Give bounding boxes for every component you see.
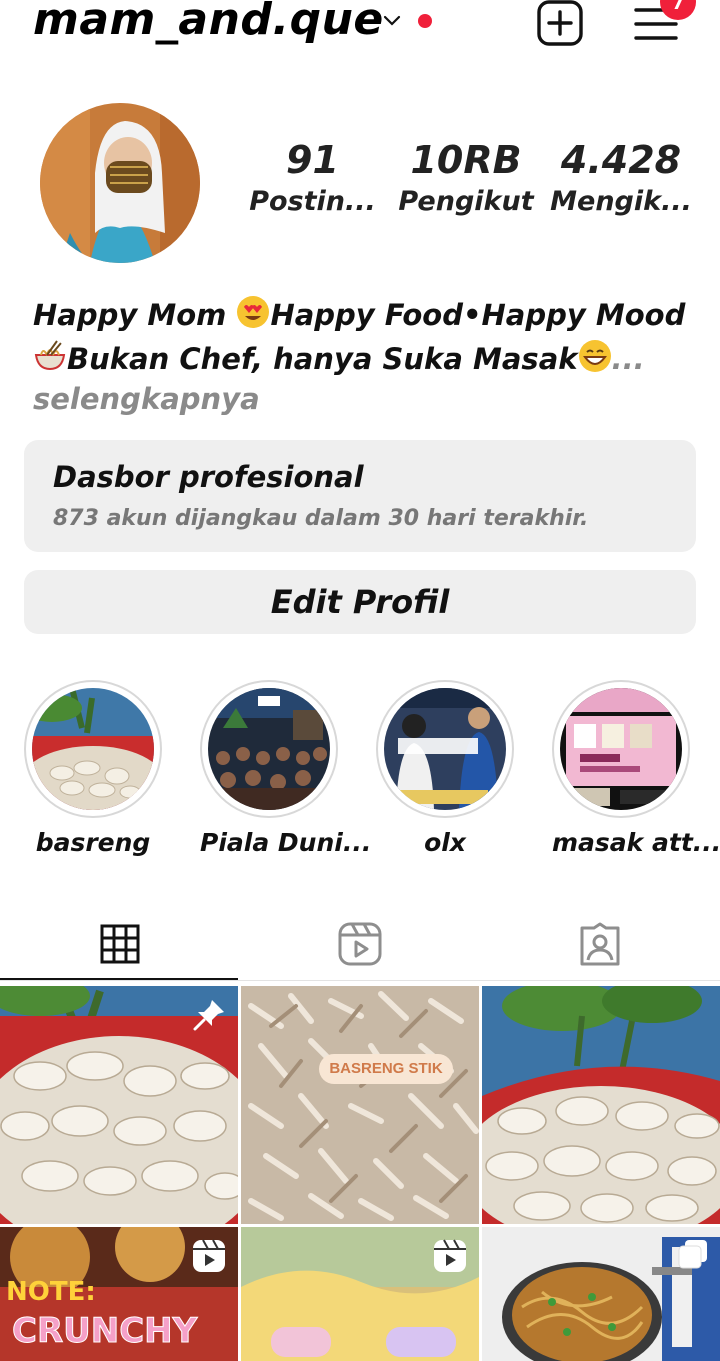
edit-profile-button[interactable]: Edit Profil (24, 570, 696, 634)
grid-icon (100, 924, 140, 964)
top-bar: mam_and.que 7 (0, 0, 720, 50)
noodle-bowl-emoji-icon (34, 340, 66, 371)
stat-followers[interactable]: 10RB Pengikut (396, 138, 536, 217)
highlight-olx[interactable]: olx (376, 680, 514, 857)
highlight-basreng[interactable]: basreng (24, 680, 162, 857)
highlight-ring (24, 680, 162, 818)
reel-icon (193, 1239, 225, 1272)
notification-dot (418, 14, 432, 28)
highlight-image (560, 688, 682, 810)
stat-posts[interactable]: 91 Postin... (240, 138, 385, 217)
tab-tagged[interactable] (480, 905, 720, 983)
post-overlay-text: BASRENG STIK (329, 1060, 443, 1077)
bio-text: Happy Mom (33, 298, 237, 332)
dashboard-subtitle: 873 akun dijangkau dalam 30 hari terakhi… (53, 506, 589, 531)
highlight-image (384, 688, 506, 810)
pin-icon (193, 1000, 224, 1031)
highlight-label: olx (424, 828, 466, 857)
grid-post[interactable] (0, 986, 238, 1224)
bio: Happy Mom Happy Food•Happy Mood Bukan Ch… (33, 293, 693, 417)
grid-post[interactable] (482, 1227, 720, 1361)
highlight-image (32, 688, 154, 810)
username[interactable]: mam_and.que (33, 0, 384, 45)
stat-following[interactable]: 4.428 Mengik... (546, 138, 696, 217)
grid-post[interactable]: BASRENG STIK (241, 986, 479, 1224)
post-overlay-text: CRUNCHY (11, 1311, 198, 1352)
grid-post[interactable]: NOTE: CRUNCHY (0, 1227, 238, 1361)
reels-icon (338, 922, 382, 966)
highlight-label: basreng (35, 828, 151, 857)
avatar[interactable] (40, 103, 200, 263)
dashboard-title: Dasbor profesional (53, 460, 364, 494)
tabs-divider (0, 980, 720, 981)
stat-label: Mengik... (550, 186, 692, 217)
highlight-masak[interactable]: masak att... (552, 680, 720, 857)
reel-icon (434, 1239, 466, 1272)
tab-posts-grid[interactable] (0, 905, 240, 983)
create-post-icon[interactable] (535, 0, 585, 48)
highlight-piala-dunia[interactable]: Piala Duni... (200, 680, 372, 857)
bio-text: Happy Food•Happy Mood (270, 298, 686, 332)
grid-post[interactable] (241, 1227, 479, 1361)
chevron-down-icon[interactable] (380, 8, 404, 32)
stat-label: Pengikut (398, 186, 534, 217)
bio-more-link[interactable]: selengkapnya (33, 381, 693, 417)
highlight-ring (552, 680, 690, 818)
heart-eyes-emoji-icon (237, 296, 270, 328)
post-overlay-text: NOTE: (6, 1277, 96, 1307)
highlight-ring (376, 680, 514, 818)
tagged-person-icon (580, 922, 620, 966)
highlight-label: Piala Duni... (200, 828, 372, 857)
grid-post[interactable] (482, 986, 720, 1224)
bio-ellipsis: ... (611, 342, 645, 376)
profile-tabs (0, 905, 720, 983)
stat-value: 91 (286, 138, 339, 182)
highlight-ring (200, 680, 338, 818)
bio-text: Bukan Chef, hanya Suka Masak (67, 342, 578, 376)
multiple-images-icon (678, 1240, 707, 1269)
stat-value: 10RB (410, 138, 522, 182)
stat-label: Postin... (249, 186, 376, 217)
grinning-emoji-icon (578, 340, 611, 372)
tab-reels[interactable] (240, 905, 480, 983)
highlight-image (208, 688, 330, 810)
highlight-label: masak att... (552, 828, 720, 857)
professional-dashboard-card[interactable]: Dasbor profesional 873 akun dijangkau da… (24, 440, 696, 552)
stat-value: 4.428 (560, 138, 682, 182)
